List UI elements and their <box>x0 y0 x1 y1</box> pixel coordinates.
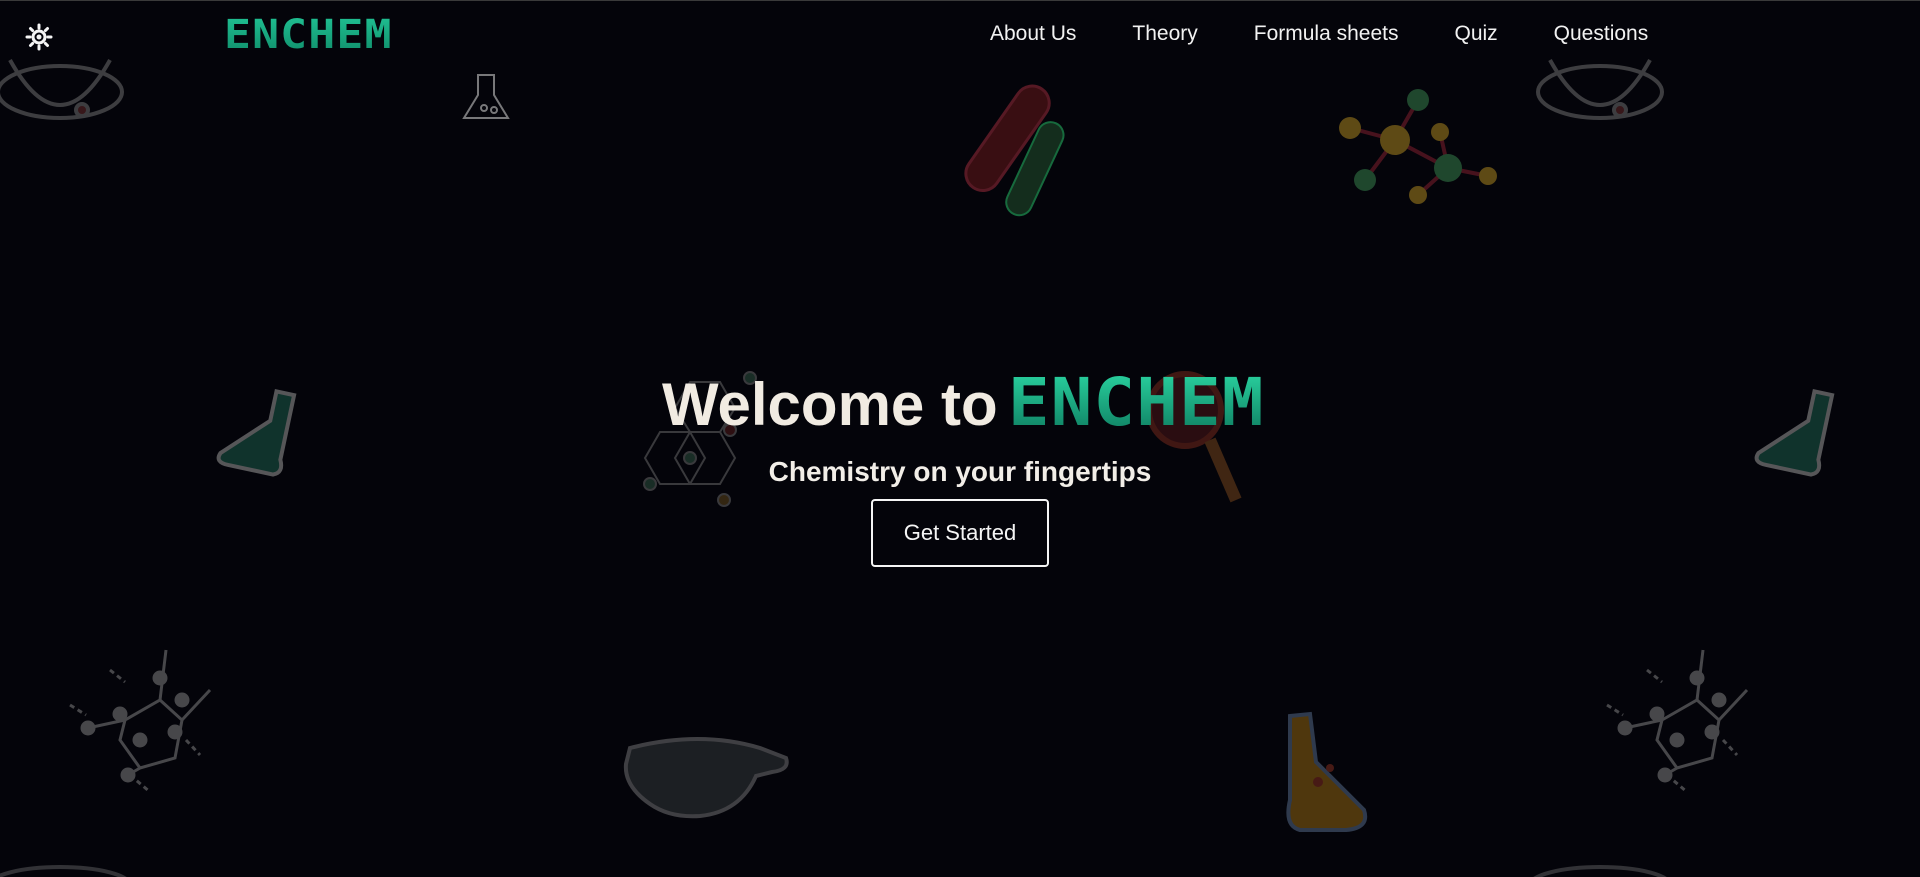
benzene-molecule-icon <box>1606 649 1749 794</box>
cta-container: Get Started <box>871 499 1049 567</box>
page: ENCHEM About Us Theory Formula sheets Qu… <box>0 0 1920 877</box>
hero-title: Welcome to ENCHEM <box>661 370 1263 438</box>
nav-theory[interactable]: Theory <box>1132 22 1197 46</box>
nav-quiz[interactable]: Quiz <box>1454 22 1497 46</box>
nav-about-us[interactable]: About Us <box>990 22 1076 46</box>
hero-title-brand: ENCHEM <box>1007 364 1265 441</box>
site-logo[interactable]: ENCHEM <box>224 12 393 58</box>
theme-toggle-button[interactable] <box>22 20 56 54</box>
hero-section: Welcome to ENCHEM <box>0 370 1920 436</box>
sun-icon <box>25 23 53 51</box>
nav-formula-sheets[interactable]: Formula sheets <box>1254 22 1399 46</box>
navbar: ENCHEM About Us Theory Formula sheets Qu… <box>0 0 1920 74</box>
main-nav: About Us Theory Formula sheets Quiz Ques… <box>990 22 1648 46</box>
goggles-icon <box>623 737 789 819</box>
hero-subtitle: Chemistry on your fingertips <box>768 456 1152 487</box>
benzene-molecule-icon <box>69 649 212 794</box>
molecule-icon <box>1339 89 1497 204</box>
beaker-icon <box>462 74 510 119</box>
nav-questions[interactable]: Questions <box>1554 22 1649 46</box>
conical-flask-icon <box>1286 711 1368 832</box>
hero-title-prefix: Welcome to <box>661 371 998 438</box>
get-started-button[interactable]: Get Started <box>871 499 1049 567</box>
background-doodles <box>0 59 1835 877</box>
test-tubes-icon <box>964 84 1065 217</box>
atom-icon <box>0 865 1667 877</box>
